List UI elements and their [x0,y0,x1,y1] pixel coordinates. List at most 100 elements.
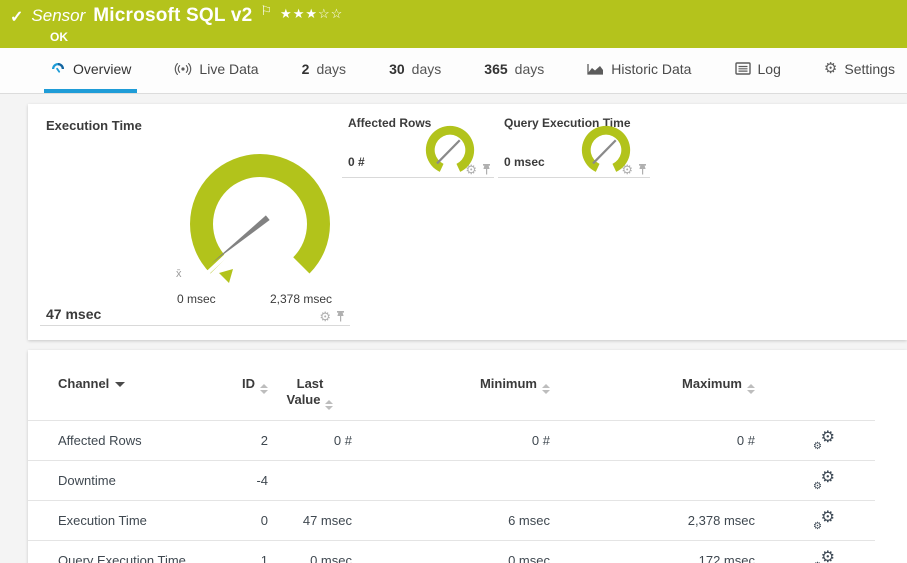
sensor-header: ✓ Sensor Microsoft SQL v2 ⚐ ★★★☆☆ OK [0,0,907,48]
tab-365-days-word: days [514,60,545,77]
tab-30-days-word: days [411,60,442,77]
channel-id: -4 [228,460,268,501]
column-header-maximum-label: Maximum [682,376,742,391]
sensor-status-badge: OK [50,30,68,44]
log-list-icon [734,62,751,75]
channel-last-value: 0 msec [268,540,352,563]
channel-settings-gears-icon[interactable]: ⚙⚙ [813,509,835,532]
gauge-current-value: 47 msec [46,306,102,322]
gear-icon: ⚙ [823,60,838,77]
column-header-minimum-label: Minimum [479,376,537,391]
gauge-pin-icon[interactable] [637,163,648,176]
gauge-title: Affected Rows [348,116,432,130]
gauge-current-value: 0 msec [504,155,545,169]
channel-last-value [268,460,352,501]
table-row-query-execution-time[interactable]: Query Execution Time 1 0 msec 0 msec 172… [28,540,875,563]
gauge-scale-min: 0 msec [177,292,216,306]
sort-icon [542,384,550,394]
gauge-settings-gear-icon[interactable]: ⚙ [319,310,331,323]
sort-icon [325,400,334,411]
tab-overview[interactable]: Overview [44,48,138,93]
area-chart-icon [587,63,604,75]
sort-icon [747,384,755,394]
gauge-scale-max: 2,378 msec [270,292,333,306]
tab-2-days[interactable]: 2 days [296,48,352,93]
channel-minimum [352,460,550,501]
sort-icon [260,384,268,394]
column-header-id[interactable]: ID [228,372,268,421]
stars-empty[interactable]: ☆☆ [318,6,343,21]
channel-settings-gears-icon[interactable]: ⚙⚙ [813,469,835,492]
gauge-icon [52,62,64,73]
tab-settings-label: Settings [844,60,895,77]
column-header-last-value[interactable]: Last Value [268,372,352,421]
column-header-value-label: Value [286,392,321,408]
tab-365-days-number: 365 [484,60,508,77]
gauge-settings-gear-icon[interactable]: ⚙ [621,163,633,176]
gauge-current-value: 0 # [348,155,365,169]
column-header-channel-label: Channel [58,376,110,391]
channel-name: Downtime [28,460,228,501]
channel-maximum: 2,378 msec [550,500,755,541]
tab-30-days-number: 30 [389,60,405,77]
tab-30-days[interactable]: 30 days [383,48,447,93]
column-header-id-label: ID [242,376,255,391]
tab-overview-label: Overview [73,60,132,77]
tab-live-data-label: Live Data [199,60,259,77]
channel-last-value: 47 msec [268,500,352,541]
gauge-cell-execution-time: Execution Time x̄ 0 msec 2,378 msec 47 m… [40,110,350,326]
gauge-settings-gear-icon[interactable]: ⚙ [465,163,477,176]
channel-maximum: 172 msec [550,540,755,563]
gauge-pin-icon[interactable] [335,310,346,323]
column-header-last-label: Last [296,376,324,391]
channel-minimum: 6 msec [352,500,550,541]
column-header-minimum[interactable]: Minimum [352,372,550,421]
gauge-cell-query-execution-time: Query Execution Time 0 msec ⚙ [498,110,650,178]
tab-2-days-word: days [316,60,347,77]
tab-log-label: Log [757,60,781,77]
tab-365-days[interactable]: 365 days [478,48,550,93]
gauge-average-marker: x̄ [176,268,182,280]
channel-id: 1 [228,540,268,563]
channel-maximum: 0 # [550,420,755,461]
table-row-affected-rows[interactable]: Affected Rows 2 0 # 0 # 0 # ⚙ ⚙ [28,420,875,461]
channel-last-value: 0 # [268,420,352,461]
channel-settings-gears-icon[interactable]: ⚙⚙ [813,429,835,452]
priority-stars[interactable]: ★★★☆☆ [280,6,343,22]
column-header-maximum[interactable]: Maximum [550,372,755,421]
channel-name: Execution Time [28,500,228,541]
column-header-tools [755,372,875,421]
priority-flag-icon[interactable]: ⚐ [260,3,272,19]
channel-minimum: 0 msec [352,540,550,563]
channel-name: Query Execution Time [28,540,228,563]
stars-filled[interactable]: ★★★ [280,6,318,21]
channel-settings-gears-icon[interactable]: ⚙⚙ [813,549,835,563]
tab-2-days-number: 2 [301,60,310,77]
tab-bar: Overview Live Data 2 days 30 days 365 da… [0,48,907,94]
channel-name: Affected Rows [28,420,228,461]
tab-log[interactable]: Log [729,48,787,93]
tab-historic-data-label: Historic Data [611,60,692,77]
column-header-channel[interactable]: Channel [28,372,228,421]
object-kind-label: Sensor [31,6,86,25]
status-ok-check-icon: ✓ [10,9,24,26]
tab-historic-data[interactable]: Historic Data [581,48,697,93]
gauge-pin-icon[interactable] [481,163,492,176]
gauges-panel: Execution Time x̄ 0 msec 2,378 msec 47 m… [28,104,907,340]
table-row-downtime[interactable]: Downtime -4 ⚙ ⚙ [28,460,875,501]
tab-settings[interactable]: ⚙ Settings [818,48,901,93]
channel-maximum [550,460,755,501]
gauge-title: Execution Time [46,118,142,133]
gauge-cell-affected-rows: Affected Rows 0 # ⚙ [342,110,494,178]
execution-time-gauge [190,154,330,283]
channel-minimum: 0 # [352,420,550,461]
prtg-sensor-page: ✓ Sensor Microsoft SQL v2 ⚐ ★★★☆☆ OK Ove… [0,0,907,563]
tab-live-data[interactable]: Live Data [168,48,264,93]
live-signal-icon [175,62,192,75]
channel-id: 2 [228,420,268,461]
table-header-row: Channel ID Last Value Minimum Maximum [28,372,875,421]
sensor-title: Microsoft SQL v2 [93,5,253,26]
channel-id: 0 [228,500,268,541]
channels-panel: Channel ID Last Value Minimum Maximum Af… [28,350,907,563]
table-row-execution-time[interactable]: Execution Time 0 47 msec 6 msec 2,378 ms… [28,500,875,541]
